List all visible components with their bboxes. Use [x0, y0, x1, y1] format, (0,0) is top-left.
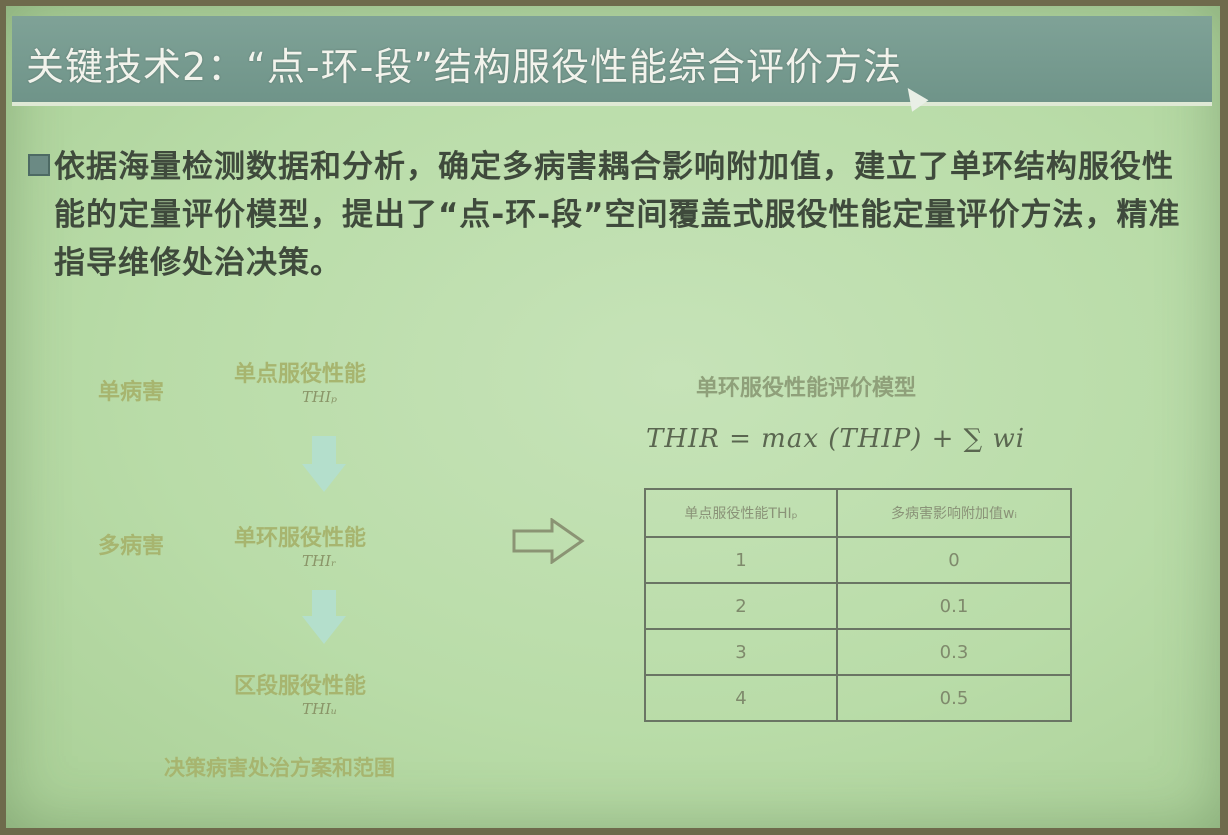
table-row: 4 0.5	[644, 674, 1072, 722]
table-cell: 2	[644, 582, 838, 630]
slide: 关键技术2：“点-环-段”结构服役性能综合评价方法 依据海量检测数据和分析，确定…	[6, 6, 1220, 828]
square-bullet-icon	[28, 154, 50, 176]
multi-disease-label: 多病害	[98, 534, 165, 559]
down-arrow-icon	[302, 436, 346, 492]
model-title: 单环服役性能评价模型	[696, 376, 917, 401]
title-bar: 关键技术2：“点-环-段”结构服役性能综合评价方法	[12, 16, 1212, 106]
table-cell: 3	[644, 628, 838, 676]
table-cell: 0	[836, 536, 1072, 584]
point-performance-label: 单点服役性能	[234, 362, 367, 387]
down-arrow-icon	[302, 590, 346, 644]
table-cell: 1	[644, 536, 838, 584]
table-row: 3 0.3	[644, 628, 1072, 676]
table-cell: 0.3	[836, 628, 1072, 676]
point-performance-symbol: THIₚ	[302, 388, 338, 406]
score-table: 单点服役性能THIₚ 多病害影响附加值wᵢ 1 0 2 0.1 3 0.3 4 …	[644, 488, 1072, 722]
table-row: 1 0	[644, 536, 1072, 584]
table-header-row: 单点服役性能THIₚ 多病害影响附加值wᵢ	[644, 488, 1072, 538]
bullet-paragraph: 依据海量检测数据和分析，确定多病害耦合影响附加值，建立了单环结构服役性能的定量评…	[54, 149, 1181, 281]
single-disease-label: 单病害	[98, 380, 165, 405]
slide-title: 关键技术2：“点-环-段”结构服役性能综合评价方法	[26, 45, 902, 89]
table-cell: 0.5	[836, 674, 1072, 722]
decision-label: 决策病害处治方案和范围	[164, 756, 395, 780]
table-header: 单点服役性能THIₚ	[644, 488, 838, 538]
segment-performance-label: 区段服役性能	[234, 674, 367, 699]
ring-performance-label: 单环服役性能	[234, 526, 367, 551]
table-cell: 0.1	[836, 582, 1072, 630]
segment-performance-symbol: THIᵤ	[302, 700, 337, 718]
formula: THIR = max (THIP) + ∑ wi	[646, 424, 1026, 454]
right-arrow-icon	[512, 518, 585, 564]
ring-performance-symbol: THIᵣ	[302, 552, 337, 570]
table-header: 多病害影响附加值wᵢ	[836, 488, 1072, 538]
table-row: 2 0.1	[644, 582, 1072, 630]
table-cell: 4	[644, 674, 838, 722]
